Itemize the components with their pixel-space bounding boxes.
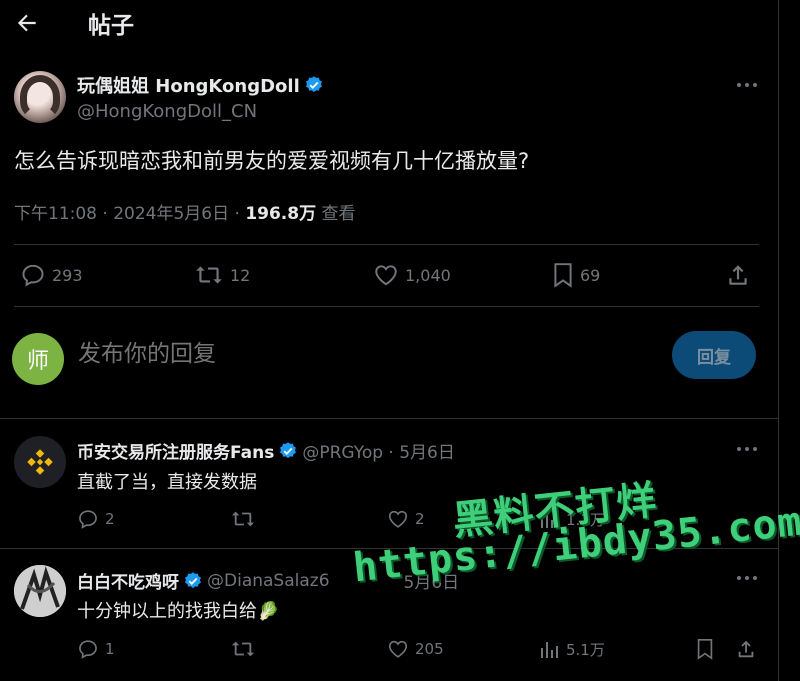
divider <box>0 418 779 419</box>
post-view-count: 196.8万 <box>245 204 317 224</box>
views-label: 查看 <box>316 204 356 224</box>
avatar-initial: 师 <box>26 349 49 374</box>
reply-action[interactable]: 293 <box>20 262 83 288</box>
comment-like-count: 205 <box>415 640 444 658</box>
more-options-icon[interactable] <box>736 574 758 582</box>
analytics-bars-icon <box>540 638 560 660</box>
comment-like-count: 2 <box>415 510 425 528</box>
comment-reply-count: 1 <box>105 640 115 658</box>
heart-icon <box>387 508 409 530</box>
comment-reply-count: 2 <box>105 510 115 528</box>
binance-logo-icon <box>23 445 57 479</box>
comment-view-count: 5.1万 <box>566 640 605 659</box>
reply-count: 293 <box>52 265 83 285</box>
post-meta: 下午11:08 · 2024年5月6日 · 196.8万 查看 <box>14 199 356 224</box>
bookmark-count: 69 <box>580 265 601 285</box>
reply-button[interactable]: 回复 <box>672 331 756 379</box>
share-action[interactable] <box>725 262 751 288</box>
bookmark-icon <box>695 638 715 660</box>
divider <box>14 244 759 245</box>
more-options-icon[interactable] <box>736 81 758 89</box>
verified-badge-icon <box>304 75 324 95</box>
comment-reply-action[interactable]: 2 <box>77 508 115 530</box>
repost-count: 12 <box>230 265 251 285</box>
comment-views-action[interactable]: 5.1万 <box>540 638 605 660</box>
heart-icon <box>373 262 399 288</box>
verified-badge-icon <box>183 571 203 591</box>
comment-text-content: 十分钟以上的找我白给 <box>77 601 257 622</box>
reply-bubble-icon <box>77 638 99 660</box>
bookmark-icon <box>552 262 574 288</box>
reply-bubble-icon <box>77 508 99 530</box>
heart-icon <box>387 638 409 660</box>
comment-like-action[interactable]: 205 <box>387 638 444 660</box>
like-count: 1,040 <box>405 265 451 285</box>
current-user-avatar[interactable]: 师 <box>12 333 64 385</box>
more-options-icon[interactable] <box>736 445 758 453</box>
comment-avatar[interactable] <box>14 565 66 617</box>
bookmark-action[interactable]: 69 <box>552 262 600 288</box>
comment-avatar[interactable] <box>14 436 66 488</box>
comment-text: 十分钟以上的找我白给🥬 <box>77 597 279 623</box>
post-text: 怎么告诉现暗恋我和前男友的爱爱视频有几十亿播放量? <box>14 149 530 173</box>
reply-bubble-icon <box>20 262 46 288</box>
comment-author-name[interactable]: 币安交易所注册服务Fans <box>77 438 274 463</box>
share-icon <box>735 638 757 660</box>
comment-repost-action[interactable] <box>230 638 256 660</box>
author-avatar[interactable] <box>14 71 66 123</box>
repost-icon <box>230 508 256 530</box>
author-name-row[interactable]: 玩偶姐姐 HongKongDoll <box>77 72 324 98</box>
comment-text: 直截了当，直接发数据 <box>77 472 257 493</box>
like-action[interactable]: 1,040 <box>373 262 451 288</box>
repost-action[interactable]: 12 <box>194 262 250 288</box>
page-title: 帖子 <box>88 13 134 39</box>
share-icon <box>725 262 751 288</box>
comment-reply-action[interactable]: 1 <box>77 638 115 660</box>
reply-input[interactable] <box>78 340 638 367</box>
repost-icon <box>230 638 256 660</box>
comment-like-action[interactable]: 2 <box>387 508 425 530</box>
post-timestamp[interactable]: 下午11:08 · 2024年5月6日 · <box>14 204 245 224</box>
comment-header: 币安交易所注册服务Fans @PRGYop · 5月6日 <box>77 438 455 463</box>
comment-share-action[interactable] <box>735 638 757 660</box>
comment-handle[interactable]: @DianaSalaz6 <box>207 571 330 591</box>
back-arrow-icon[interactable] <box>14 10 40 36</box>
author-display-name[interactable]: 玩偶姐姐 HongKongDoll <box>77 72 300 98</box>
verified-badge-icon <box>278 441 298 461</box>
author-handle[interactable]: @HongKongDoll_CN <box>77 101 257 122</box>
comment-bookmark-action[interactable] <box>695 638 715 660</box>
comment-author-name[interactable]: 白白不吃鸡呀 <box>77 568 179 593</box>
divider <box>14 306 759 307</box>
comment-handle-date[interactable]: @PRGYop · 5月6日 <box>302 438 455 463</box>
comment-repost-action[interactable] <box>230 508 256 530</box>
leafy-green-emoji: 🥬 <box>257 601 280 622</box>
repost-icon <box>194 262 224 288</box>
